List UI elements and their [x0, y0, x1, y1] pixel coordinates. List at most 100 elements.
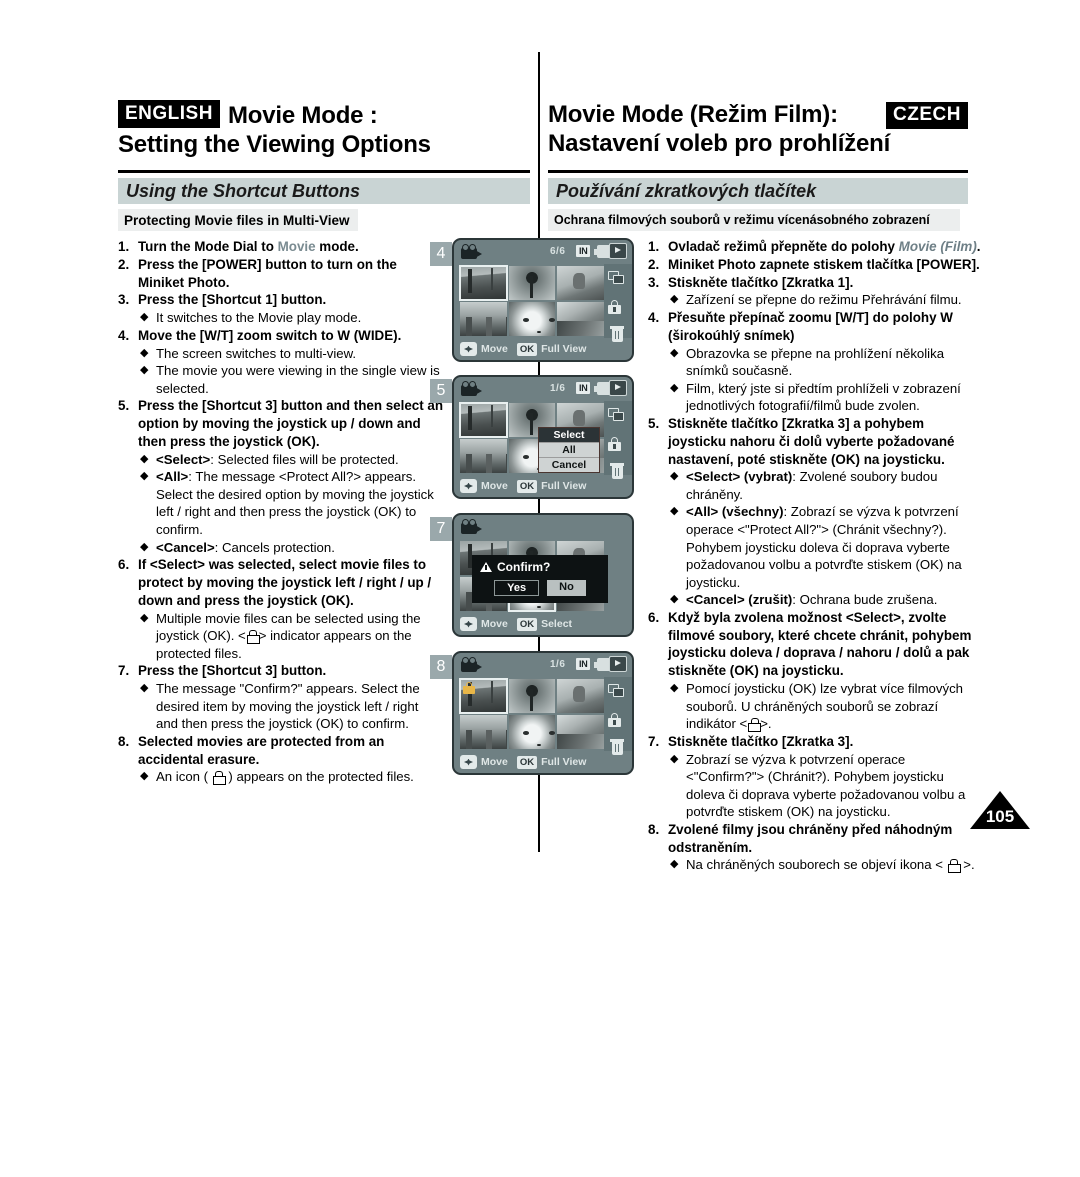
move-hint: Move [481, 480, 508, 492]
panel-step-badge: 4 [430, 242, 452, 266]
english-title: ENGLISH Movie Mode : Setting the Viewing … [118, 100, 528, 160]
step-6: 6. If <Select> was selected, select movi… [118, 556, 444, 609]
ok-key-icon: OK [516, 479, 538, 493]
lock-icon [748, 718, 762, 733]
bullet-text: <Cancel> (zrušit): Ochrana bude zrušena. [686, 591, 982, 609]
thumbnail-item[interactable] [459, 265, 508, 301]
multi-view-icon[interactable] [608, 270, 628, 288]
step-number: 2. [118, 256, 130, 272]
step-text: Přesuňte přepínač zoomu [W/T] do polohy … [668, 310, 953, 343]
thumbnail-item[interactable] [508, 679, 556, 713]
thumbnail-item[interactable] [459, 402, 508, 438]
thumbnail-item[interactable] [460, 715, 507, 749]
bullet-text: The screen switches to multi-view. [156, 345, 357, 361]
step-number: 4. [648, 310, 660, 326]
step-5: 5. Stiskněte tlačítko [Zkratka 3] a pohy… [648, 415, 982, 468]
bullet-text: Zařízení se přepne do režimu Přehrávání … [686, 292, 962, 308]
thumbnail-item[interactable] [508, 302, 556, 336]
lock-icon [212, 771, 226, 786]
diamond-bullet-icon: ◆ [670, 381, 679, 394]
step-1: 1. Turn the Mode Dial to Movie mode. [118, 238, 444, 256]
mode-dial-value: Movie (Film) [898, 239, 977, 254]
step-number: 3. [648, 274, 660, 290]
diamond-bullet-icon: ◆ [670, 470, 679, 483]
menu-item-cancel[interactable]: Cancel [539, 458, 599, 472]
czech-section-banner: Používání zkratkových tlačítek [548, 178, 968, 204]
ok-hint: Full View [541, 756, 587, 768]
lcd-hint-bar: Move OK Full View [454, 475, 632, 497]
confirm-yes-button[interactable]: Yes [494, 580, 540, 596]
step-3: 3. Stiskněte tlačítko [Zkratka 1]. [648, 274, 982, 292]
thumbnail-item[interactable] [557, 302, 604, 336]
thumbnail-item[interactable] [508, 715, 556, 749]
bullet-text: The message "Confirm?" appears. Select t… [156, 681, 420, 732]
bullet-text-part: >. [959, 857, 975, 873]
playback-mode-icon[interactable] [609, 380, 627, 396]
dpad-icon [460, 755, 477, 769]
step-text: Stiskněte tlačítko [Zkratka 3] a pohybem… [668, 415, 955, 467]
bullet-item: ◆ <Cancel>: Cancels protection. [118, 539, 444, 557]
bullet-text: Zobrazí se výzva k potvrzení operace <"C… [686, 751, 966, 820]
bullet-text-part: Na chráněných souborech se objeví ikona … [686, 857, 947, 873]
protect-lock-icon[interactable] [608, 437, 621, 452]
movie-camera-icon [461, 244, 483, 259]
option-desc: : The message <Protect All?> appears. Se… [156, 469, 434, 537]
step-text: Selected movies are protected from an ac… [138, 733, 385, 767]
step-number: 2. [648, 256, 660, 272]
mode-dial-value: Movie [277, 239, 316, 254]
panel-step-badge: 8 [430, 655, 452, 679]
step-number: 7. [648, 733, 660, 749]
lcd-screen: 1/6 IN [452, 375, 634, 499]
multi-view-icon[interactable] [608, 407, 628, 425]
dpad-icon [460, 342, 477, 356]
option-key: <All> [156, 469, 189, 485]
bullet-text: It switches to the Movie play mode. [156, 310, 362, 326]
move-hint: Move [481, 618, 508, 630]
lcd-hint-bar: Move OK Select [454, 613, 632, 635]
lcd-status-bar: 1/6 IN [454, 653, 632, 677]
diamond-bullet-icon: ◆ [670, 858, 679, 871]
bullet-item: ◆ <All> (všechny): Zobrazí se výzva k po… [648, 503, 982, 591]
manual-page: ENGLISH Movie Mode : Setting the Viewing … [0, 0, 1080, 1177]
lcd-panel-5: 5 1/6 IN Select All Cancel Move OK Full … [430, 375, 640, 503]
lcd-status-bar [454, 515, 632, 539]
thumbnail-item[interactable] [459, 678, 508, 714]
thumbnail-item[interactable] [557, 715, 604, 749]
czech-language-badge: CZECH [886, 102, 968, 129]
panel-step-badge: 5 [430, 379, 452, 403]
diamond-bullet-icon: ◆ [670, 505, 679, 518]
option-desc: : Selected files will be protected. [210, 451, 399, 467]
step-2: 2. Press the [POWER] button to turn on t… [118, 256, 444, 292]
thumbnail-grid [459, 265, 604, 336]
thumbnail-item[interactable] [557, 679, 604, 713]
confirm-buttons: Yes No [480, 580, 600, 596]
playback-mode-icon[interactable] [609, 243, 627, 259]
protect-lock-icon[interactable] [608, 713, 621, 728]
english-title-line1: Movie Mode : [227, 102, 378, 129]
bullet-item: ◆ Pomocí joysticku (OK) lze vybrat více … [648, 680, 982, 733]
step-text: If <Select> was selected, select movie f… [138, 557, 432, 608]
english-subsection-bar: Protecting Movie files in Multi-View [118, 209, 358, 231]
bullet-text: Multiple movie files can be selected usi… [156, 610, 444, 663]
thumbnail-item[interactable] [508, 266, 556, 300]
move-hint: Move [481, 343, 508, 355]
step-7: 7. Stiskněte tlačítko [Zkratka 3]. [648, 733, 982, 751]
thumbnail-item[interactable] [557, 266, 604, 300]
czech-section-title: Používání zkratkových tlačítek [556, 180, 817, 201]
protect-lock-icon[interactable] [608, 300, 621, 315]
multi-view-icon[interactable] [608, 683, 628, 701]
step-5: 5. Press the [Shortcut 3] button and the… [118, 397, 444, 450]
menu-item-select[interactable]: Select [539, 428, 599, 443]
playback-mode-icon[interactable] [609, 656, 627, 672]
bullet-text-part: Pomocí joysticku (OK) lze vybrat více fi… [686, 681, 964, 732]
step-number: 6. [118, 557, 130, 573]
bullet-item: ◆ Zobrazí se výzva k potvrzení operace <… [648, 751, 982, 821]
lcd-status-bar: 1/6 IN [454, 377, 632, 401]
menu-item-all[interactable]: All [539, 443, 599, 458]
step-text: Miniket Photo zapnete stiskem tlačítka [… [668, 256, 980, 272]
english-instructions: 1. Turn the Mode Dial to Movie mode. 2. … [118, 238, 444, 786]
thumbnail-item[interactable] [460, 302, 507, 336]
czech-subsection-title: Ochrana filmových souborů v režimu vícen… [554, 213, 930, 227]
confirm-no-button[interactable]: No [547, 580, 586, 596]
thumbnail-item[interactable] [460, 439, 507, 473]
